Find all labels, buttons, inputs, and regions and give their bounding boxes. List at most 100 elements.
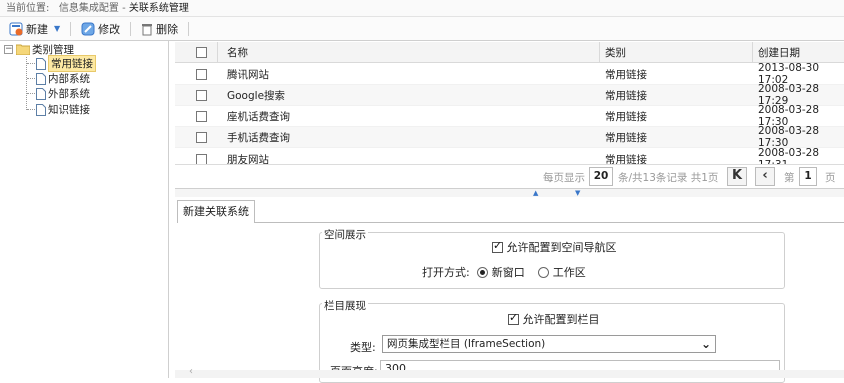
column-display-legend: 栏目展现 <box>322 298 368 313</box>
cell-category: 常用链接 <box>605 68 647 81</box>
tree-item-label: 外部系统 <box>48 88 90 100</box>
table-header: 名称 类别 创建日期 <box>175 42 844 63</box>
tree-connector <box>27 78 35 79</box>
tree-connector <box>27 109 35 110</box>
tree-connector <box>26 57 27 110</box>
section-type-value: 网页集成型栏目 (IframeSection) <box>387 338 546 350</box>
cell-name: 朋友网站 <box>227 153 269 165</box>
tab-divider <box>255 222 844 223</box>
column-header-created[interactable]: 创建日期 <box>758 45 800 60</box>
allow-space-nav-label: 允许配置到空间导航区 <box>506 241 617 254</box>
collapse-down-icon[interactable]: ▼ <box>575 189 580 197</box>
table-row[interactable]: 朋友网站 常用链接 2008-03-28 17:31 <box>175 147 844 165</box>
workspace-radio[interactable] <box>538 267 550 278</box>
new-window-label: 新窗口 <box>491 266 525 279</box>
column-divider <box>599 42 600 63</box>
chevron-down-icon[interactable]: ▼ <box>54 24 60 33</box>
tree-item-label: 常用链接 <box>48 55 96 72</box>
toolbar-divider <box>70 21 72 36</box>
category-tree: − 类别管理 常用链接 内部系统 外部系统 知识链接 <box>0 41 169 378</box>
page-icon <box>36 103 46 116</box>
allow-column-label: 允许配置到栏目 <box>522 313 600 326</box>
breadcrumb-current: 关联系统管理 <box>128 3 189 14</box>
edit-button-label: 修改 <box>98 22 121 36</box>
section-type-select[interactable]: 网页集成型栏目 (IframeSection) ⌄ <box>382 335 716 353</box>
tree-item-knowledge-links[interactable]: 知识链接 <box>36 103 90 116</box>
cell-created: 2008-03-28 17:31 <box>758 147 820 164</box>
cell-created: 2008-03-28 17:30 <box>758 125 820 149</box>
page-prefix: 第 <box>784 172 795 184</box>
space-display-group: 空间展示 允许配置到空间导航区 打开方式: 新窗口 工作区 <box>319 227 785 289</box>
cell-category: 常用链接 <box>605 131 647 144</box>
cell-name: 手机话费查询 <box>227 131 290 144</box>
new-window-radio[interactable] <box>477 267 489 278</box>
first-page-button[interactable]: K <box>727 167 747 186</box>
row-checkbox[interactable] <box>196 131 207 143</box>
new-doc-icon <box>9 22 23 35</box>
type-label: 类型: <box>350 341 376 354</box>
folder-icon <box>16 44 30 55</box>
row-checkbox[interactable] <box>196 110 207 122</box>
page-icon <box>36 87 46 100</box>
delete-button-label: 删除 <box>156 22 179 36</box>
collapse-icon[interactable]: − <box>4 45 13 54</box>
row-checkbox[interactable] <box>196 89 207 101</box>
table-row[interactable]: 腾讯网站 常用链接 2013-08-30 17:02 <box>175 62 844 86</box>
allow-space-nav-option[interactable]: 允许配置到空间导航区 <box>492 239 617 255</box>
select-all-checkbox[interactable] <box>196 46 207 58</box>
chevron-down-icon: ⌄ <box>700 337 711 351</box>
row-checkbox[interactable] <box>196 68 207 80</box>
workspace-label: 工作区 <box>552 266 586 279</box>
tree-item-label: 内部系统 <box>48 73 90 85</box>
space-display-legend: 空间展示 <box>322 227 368 242</box>
cell-category: 常用链接 <box>605 153 647 165</box>
column-header-name[interactable]: 名称 <box>227 45 248 60</box>
breadcrumb: 当前位置: 信息集成配置 - 关联系统管理 <box>0 0 844 17</box>
open-mode-row: 打开方式: 新窗口 工作区 <box>422 264 586 280</box>
pager-summary: 条/共13条记录 共1页 <box>618 172 719 184</box>
tree-item-label: 知识链接 <box>48 104 90 116</box>
scroll-left-icon[interactable]: ‹ <box>189 366 193 377</box>
edit-icon <box>81 22 95 35</box>
prev-page-button[interactable]: ‹ <box>755 167 775 186</box>
page-number-input[interactable]: 1 <box>799 167 817 186</box>
cell-name: Google搜索 <box>227 89 286 102</box>
allow-space-nav-checkbox[interactable] <box>492 239 503 253</box>
page-size-input[interactable]: 20 <box>589 167 613 186</box>
breadcrumb-path: 信息集成配置 - <box>58 3 126 14</box>
toolbar: 新建 ▼ 修改 删除 <box>0 17 844 41</box>
cell-name: 座机话费查询 <box>227 110 290 123</box>
open-mode-label: 打开方式: <box>422 266 470 279</box>
tree-connector <box>27 63 35 64</box>
pane-splitter[interactable]: ▲ ▼ <box>175 188 844 197</box>
tree-connector <box>27 93 35 94</box>
allow-column-option[interactable]: 允许配置到栏目 <box>508 311 600 327</box>
cell-name: 腾讯网站 <box>227 68 269 81</box>
horizontal-scrollbar[interactable]: ‹ <box>175 366 844 378</box>
column-header-category[interactable]: 类别 <box>605 45 626 60</box>
delete-button[interactable]: 删除 <box>137 19 182 39</box>
trash-icon <box>142 23 153 35</box>
page-suffix: 页 <box>825 172 836 184</box>
tree-item-external-systems[interactable]: 外部系统 <box>36 87 90 100</box>
row-checkbox[interactable] <box>196 153 207 164</box>
toolbar-divider <box>130 21 132 36</box>
links-table: 名称 类别 创建日期 腾讯网站 常用链接 2013-08-30 17:02 Go… <box>175 42 844 164</box>
per-page-label: 每页显示 <box>543 172 585 184</box>
column-divider <box>217 42 218 63</box>
toolbar-divider <box>188 21 190 36</box>
tree-item-common-links[interactable]: 常用链接 <box>36 55 96 72</box>
allow-column-checkbox[interactable] <box>508 311 519 325</box>
cell-category: 常用链接 <box>605 89 647 102</box>
edit-button[interactable]: 修改 <box>77 19 124 39</box>
tab-new-system[interactable]: 新建关联系统 <box>177 200 255 223</box>
table-row[interactable]: Google搜索 常用链接 2008-03-28 17:29 <box>175 83 844 107</box>
page-icon <box>36 57 46 70</box>
new-button[interactable]: 新建 ▼ <box>5 19 64 39</box>
column-divider <box>752 42 753 63</box>
tree-item-internal-systems[interactable]: 内部系统 <box>36 72 90 85</box>
new-button-label: 新建 <box>26 22 48 36</box>
expand-up-icon[interactable]: ▲ <box>533 189 538 197</box>
table-row[interactable]: 座机话费查询 常用链接 2008-03-28 17:30 <box>175 104 844 128</box>
table-row[interactable]: 手机话费查询 常用链接 2008-03-28 17:30 <box>175 125 844 149</box>
